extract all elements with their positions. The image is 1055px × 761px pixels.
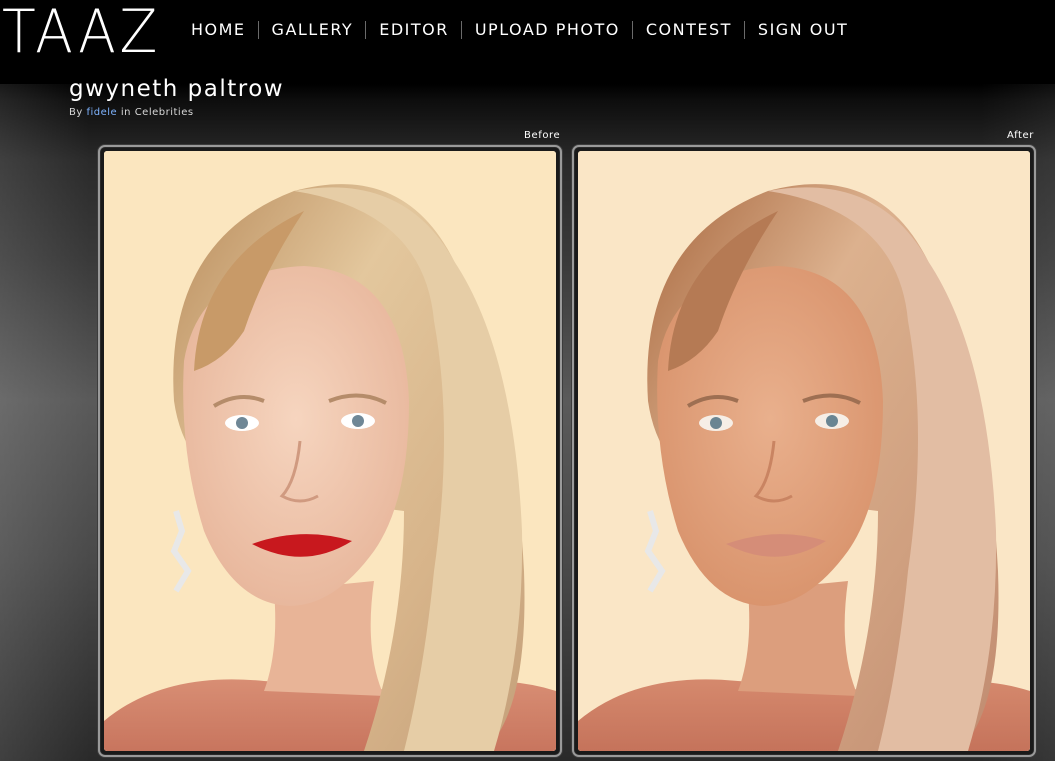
- after-photo: [578, 151, 1030, 751]
- top-nav-bar: TAAZ HOME GALLERY EDITOR UPLOAD PHOTO CO…: [0, 0, 1055, 84]
- photo-byline: By fidele in Celebrities: [69, 106, 194, 120]
- before-photo: [104, 151, 556, 751]
- author-link[interactable]: fidele: [86, 107, 117, 118]
- byline-prefix: By: [69, 107, 83, 118]
- nav-editor[interactable]: EDITOR: [366, 18, 461, 42]
- nav-home[interactable]: HOME: [178, 18, 258, 42]
- main-nav: HOME GALLERY EDITOR UPLOAD PHOTO CONTEST…: [178, 18, 860, 42]
- nav-sign-out[interactable]: SIGN OUT: [745, 18, 860, 42]
- after-label: After: [1007, 130, 1035, 141]
- before-label: Before: [524, 130, 561, 141]
- page: TAAZ HOME GALLERY EDITOR UPLOAD PHOTO CO…: [0, 0, 1055, 761]
- site-logo[interactable]: TAAZ: [2, 0, 161, 68]
- byline-in: in: [120, 107, 132, 118]
- nav-contest[interactable]: CONTEST: [633, 18, 744, 42]
- before-portrait-image: [104, 151, 556, 751]
- after-portrait-image: [578, 151, 1030, 751]
- before-photo-frame: [98, 145, 562, 757]
- category-text: Celebrities: [134, 107, 194, 118]
- nav-upload-photo[interactable]: UPLOAD PHOTO: [462, 18, 632, 42]
- after-photo-frame: [572, 145, 1036, 757]
- photo-title: gwyneth paltrow: [69, 76, 285, 102]
- nav-gallery[interactable]: GALLERY: [259, 18, 366, 42]
